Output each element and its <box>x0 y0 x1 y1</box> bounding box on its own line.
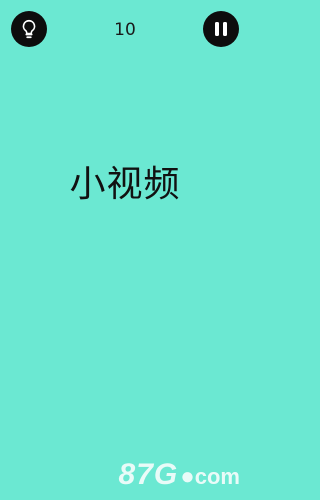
watermark-dot: ● <box>180 463 195 490</box>
target-word: 小视频 <box>69 164 181 205</box>
watermark-brand: 87G <box>118 458 179 491</box>
watermark-tld: com <box>194 464 240 489</box>
game-screen: 10 小视频 87G ● com <box>0 0 250 500</box>
pause-icon <box>215 22 227 36</box>
site-watermark: 87G ● com <box>119 460 240 490</box>
pause-button[interactable] <box>203 11 239 47</box>
